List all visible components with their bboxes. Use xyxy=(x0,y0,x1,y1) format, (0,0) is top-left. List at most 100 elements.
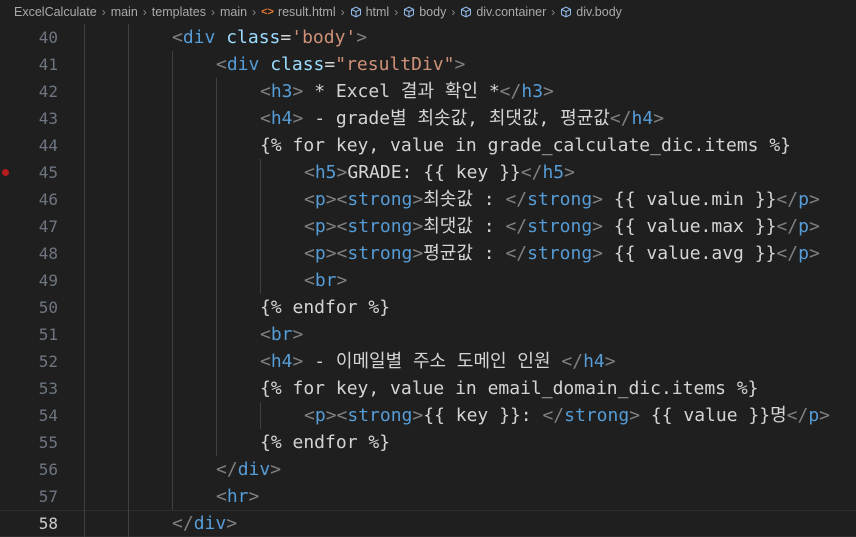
indent-guide xyxy=(84,510,85,537)
code-line[interactable]: 57 <hr> xyxy=(0,483,856,510)
element-cube-icon xyxy=(560,6,572,18)
code-token: = xyxy=(280,27,292,48)
indent-guide xyxy=(172,429,173,456)
code-token: < xyxy=(304,216,315,237)
indent-guide xyxy=(216,132,217,159)
code-token: div xyxy=(193,513,227,534)
indent-guide xyxy=(84,213,85,240)
indent-guide xyxy=(128,348,129,375)
code-token: class xyxy=(270,54,325,75)
indent-guide xyxy=(84,294,85,321)
indent-guide xyxy=(84,240,85,267)
code-line[interactable]: 42 <h3> * Excel 결과 확인 *</h3> xyxy=(0,78,856,105)
code-token: p xyxy=(314,405,326,426)
code-token: {% endfor %} xyxy=(260,297,391,318)
code-line[interactable]: 40 <div class='body'> xyxy=(0,24,856,51)
code-text: </div> xyxy=(216,456,281,483)
code-text: <p><strong>최솟값 : </strong> {{ value.min … xyxy=(304,186,820,213)
code-text: <div class='body'> xyxy=(172,24,367,51)
editor-text-area[interactable]: 40 <div class='body'> 41 <div class="result… xyxy=(0,24,856,537)
code-token: < xyxy=(304,405,315,426)
code-text: {% endfor %} xyxy=(260,294,390,321)
breadcrumb-label: div.container xyxy=(476,5,547,19)
code-token: div xyxy=(226,54,260,75)
breadcrumb-item[interactable]: <> result.html xyxy=(261,5,336,19)
code-line[interactable]: 44 {% for key, value in grade_calculate_d… xyxy=(0,132,856,159)
code-token: </ xyxy=(542,405,565,426)
code-line[interactable]: 50 {% endfor %} xyxy=(0,294,856,321)
indent-guide xyxy=(128,321,129,348)
indent-guide xyxy=(216,321,217,348)
code-token: {{ value }}명 xyxy=(640,405,787,426)
line-number: 52 xyxy=(38,352,58,371)
breadcrumb-item[interactable]: ExcelCalculate xyxy=(14,5,97,19)
code-token: < xyxy=(260,351,271,372)
code-token: > xyxy=(412,243,424,264)
line-number: 44 xyxy=(38,136,58,155)
indent-guide xyxy=(128,240,129,267)
chevron-right-icon: › xyxy=(252,5,257,19)
code-token: GRADE: {{ key }} xyxy=(347,162,521,183)
breadcrumb-item[interactable]: main xyxy=(220,5,247,19)
code-line[interactable]: 55 {% endfor %} xyxy=(0,429,856,456)
code-token: strong xyxy=(347,189,413,210)
code-token: p xyxy=(798,189,809,210)
code-token: < xyxy=(260,108,271,129)
code-line[interactable]: 45 <h5>GRADE: {{ key }}</h5> xyxy=(0,159,856,186)
code-line[interactable]: 54 <p><strong>{{ key }}: </strong> {{ val… xyxy=(0,402,856,429)
breadcrumb-item[interactable]: html xyxy=(350,5,389,19)
code-text: {% for key, value in grade_calculate_dic… xyxy=(260,132,791,159)
code-line[interactable]: 41 <div class="resultDiv"> xyxy=(0,51,856,78)
code-text: <p><strong>평균값 : </strong> {{ value.avg … xyxy=(304,240,820,267)
code-text: <h4> - 이메일별 주소 도메인 인원 </h4> xyxy=(260,348,616,375)
indent-guide xyxy=(260,213,261,240)
element-cube-icon xyxy=(350,6,362,18)
indent-guide xyxy=(128,186,129,213)
breadcrumb-item[interactable]: templates xyxy=(152,5,206,19)
code-line[interactable]: 56 </div> xyxy=(0,456,856,483)
code-line[interactable]: 46 <p><strong>최솟값 : </strong> {{ value.mi… xyxy=(0,186,856,213)
code-text: <h4> - grade별 최솟값, 최댓값, 평균값</h4> xyxy=(260,105,664,132)
code-token: </ xyxy=(609,108,632,129)
code-token: </ xyxy=(499,81,522,102)
code-line[interactable]: 51 <br> xyxy=(0,321,856,348)
code-token: > xyxy=(292,108,304,129)
code-token: 최댓값 : xyxy=(423,216,506,237)
code-line[interactable]: 48 <p><strong>평균값 : </strong> {{ value.av… xyxy=(0,240,856,267)
code-line[interactable]: 58 </div> xyxy=(0,510,856,537)
line-number: 43 xyxy=(38,109,58,128)
chevron-right-icon: › xyxy=(340,5,345,19)
breadcrumb-item[interactable]: main xyxy=(111,5,138,19)
breadcrumb-item[interactable]: div.container xyxy=(460,5,546,19)
line-number: 58 xyxy=(38,514,58,533)
breadcrumb-label: div.body xyxy=(576,5,622,19)
indent-guide xyxy=(84,456,85,483)
code-token: {% for key, value in grade_calculate_dic… xyxy=(260,135,792,156)
line-number: 42 xyxy=(38,82,58,101)
code-line[interactable]: 53 {% for key, value in email_domain_dic.… xyxy=(0,375,856,402)
code-line[interactable]: 49 <br> xyxy=(0,267,856,294)
breadcrumb-item[interactable]: div.body xyxy=(560,5,622,19)
code-token: </ xyxy=(505,216,528,237)
breadcrumb-label: ExcelCalculate xyxy=(14,5,97,19)
breadcrumb-item[interactable]: body xyxy=(403,5,446,19)
code-line[interactable]: 52 <h4> - 이메일별 주소 도메인 인원 </h4> xyxy=(0,348,856,375)
line-number: 47 xyxy=(38,217,58,236)
code-token: h3 xyxy=(270,81,293,102)
code-text: {% endfor %} xyxy=(260,429,390,456)
indent-guide xyxy=(216,186,217,213)
code-line[interactable]: 43 <h4> - grade별 최솟값, 최댓값, 평균값</h4> xyxy=(0,105,856,132)
code-line[interactable]: 47 <p><strong>최댓값 : </strong> {{ value.ma… xyxy=(0,213,856,240)
code-token: p xyxy=(808,405,820,426)
line-number: 46 xyxy=(38,190,58,209)
code-token: </ xyxy=(786,405,809,426)
indent-guide xyxy=(260,402,261,429)
code-token: h5 xyxy=(542,162,565,183)
indent-guide xyxy=(172,240,173,267)
code-token: >< xyxy=(325,189,348,210)
code-text: {% for key, value in email_domain_dic.it… xyxy=(260,375,759,402)
code-token: p xyxy=(798,216,809,237)
code-token: > xyxy=(454,54,466,75)
indent-guide xyxy=(260,186,261,213)
indent-guide xyxy=(128,510,129,537)
